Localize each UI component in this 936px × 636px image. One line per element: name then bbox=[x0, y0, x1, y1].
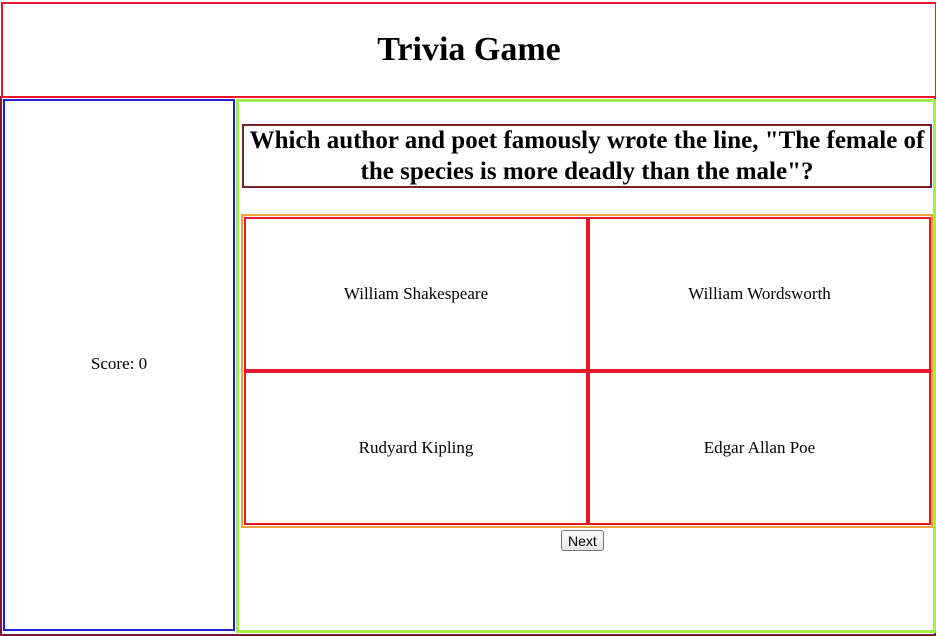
score-panel: Score: 0 bbox=[3, 99, 235, 631]
header: Trivia Game bbox=[1, 2, 936, 98]
next-button[interactable]: Next bbox=[561, 530, 604, 551]
answers-grid: William Shakespeare William Wordsworth R… bbox=[241, 214, 933, 528]
game-panel: Which author and poet famously wrote the… bbox=[236, 99, 936, 633]
answer-option-1[interactable]: William Shakespeare bbox=[244, 217, 588, 371]
question-text: Which author and poet famously wrote the… bbox=[242, 124, 932, 188]
page-title: Trivia Game bbox=[377, 31, 561, 68]
score-text: Score: 0 bbox=[90, 354, 148, 373]
answer-option-2[interactable]: William Wordsworth bbox=[588, 217, 931, 371]
answer-option-3[interactable]: Rudyard Kipling bbox=[244, 371, 588, 525]
answer-option-4[interactable]: Edgar Allan Poe bbox=[588, 371, 931, 525]
